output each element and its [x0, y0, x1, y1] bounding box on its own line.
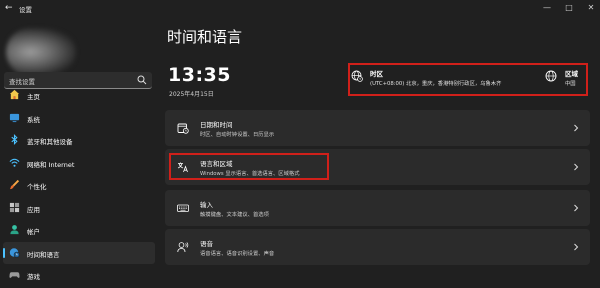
- chevron-right-icon: [574, 124, 579, 132]
- language-region-highlight: [169, 153, 329, 180]
- account-icon: [10, 225, 19, 235]
- sidebar-item-label: 应用: [27, 205, 40, 214]
- sidebar-item-label: 个性化: [27, 183, 47, 191]
- chevron-right-icon: [574, 163, 579, 171]
- typing-card[interactable]: 输入 触摸键盘、文本建议、首选项: [165, 190, 590, 226]
- sidebar-item-label: 主页: [27, 93, 40, 101]
- sidebar-item-label: 游戏: [27, 273, 40, 281]
- sidebar-item-network[interactable]: 网络和 Internet: [3, 152, 155, 175]
- card-title: 日期和时间: [200, 121, 233, 129]
- maximize-button[interactable]: □: [562, 2, 576, 14]
- gaming-icon: [9, 272, 20, 278]
- chevron-right-icon: [574, 243, 579, 251]
- chevron-right-icon: [574, 204, 579, 212]
- sidebar-item-label: 蓝牙和其他设备: [27, 138, 73, 146]
- brush-icon: [9, 179, 20, 190]
- speech-card[interactable]: 语音 语音语言、语音识别设置、声音: [165, 229, 590, 265]
- sidebar-item-label: 帐户: [27, 228, 40, 236]
- home-icon: [9, 89, 20, 100]
- sidebar-item-label: 网络和 Internet: [27, 160, 75, 169]
- user-profile-avatar[interactable]: [6, 28, 76, 76]
- sidebar-item-time-language[interactable]: 时间和语言: [3, 241, 155, 264]
- sidebar-item-accounts[interactable]: 帐户: [3, 219, 155, 242]
- sidebar-item-label: 时间和语言: [27, 250, 60, 259]
- timezone-title[interactable]: 时区: [370, 68, 383, 78]
- card-subtitle: 语音语言、语音识别设置、声音: [200, 251, 275, 257]
- card-title: 语音: [200, 240, 213, 248]
- page-title: 时间和语言: [167, 28, 243, 46]
- wifi-icon: [9, 158, 20, 167]
- timezone-globe-icon: [351, 70, 363, 82]
- sidebar-item-system[interactable]: 系统: [3, 107, 155, 130]
- current-date: 2025年4月15日: [169, 91, 214, 98]
- region-title[interactable]: 区域: [565, 68, 578, 78]
- current-time: 13:35: [168, 64, 231, 86]
- sidebar-item-label: 系统: [27, 115, 40, 124]
- date-time-card[interactable]: 日期和时间 时区、自动时钟设置、日历显示: [165, 110, 590, 146]
- keyboard-icon: [177, 204, 189, 212]
- timezone-value: (UTC+08:00) 北京，重庆，香港特别行政区，乌鲁木齐: [370, 81, 502, 87]
- minimize-button[interactable]: —: [540, 2, 554, 14]
- apps-icon: [9, 202, 20, 212]
- sidebar-item-apps[interactable]: 应用: [3, 197, 155, 220]
- app-title: 设置: [19, 6, 32, 14]
- sidebar-item-bluetooth[interactable]: 蓝牙和其他设备: [3, 129, 155, 152]
- close-button[interactable]: ✕: [584, 2, 598, 14]
- region-globe-icon: [545, 70, 557, 82]
- globe-clock-icon: [9, 247, 20, 258]
- sidebar-item-gaming[interactable]: 游戏: [3, 264, 155, 287]
- speech-icon: [177, 242, 189, 253]
- calendar-clock-icon: [177, 123, 189, 134]
- sidebar-item-home[interactable]: 主页: [3, 84, 155, 107]
- card-title: 输入: [200, 201, 213, 209]
- card-subtitle: 触摸键盘、文本建议、首选项: [200, 212, 269, 218]
- sidebar-item-personalization[interactable]: 个性化: [3, 174, 155, 197]
- sidebar-nav: 主页 系统 蓝牙和其他设备 网络和 Internet 个性化 应用 帐户 时间和…: [0, 84, 160, 287]
- title-bar: ← 设置 — □ ✕: [0, 0, 600, 18]
- system-icon: [9, 113, 20, 122]
- card-subtitle: 时区、自动时钟设置、日历显示: [200, 132, 275, 138]
- back-arrow-icon[interactable]: ←: [5, 2, 15, 14]
- bluetooth-icon: [11, 134, 18, 145]
- region-value: 中国: [565, 81, 576, 87]
